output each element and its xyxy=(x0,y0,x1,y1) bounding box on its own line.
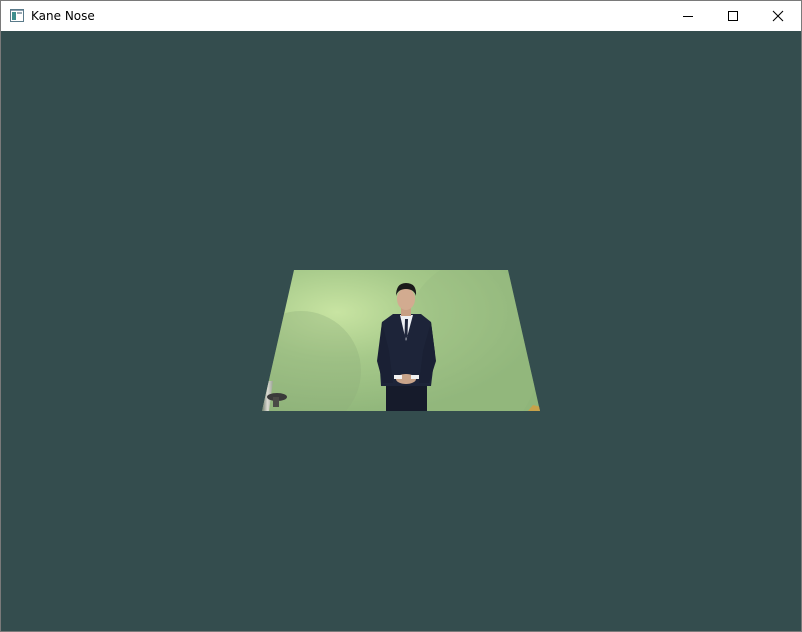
minimize-icon xyxy=(683,16,693,17)
maximize-button[interactable] xyxy=(710,1,756,31)
app-window-icon xyxy=(10,9,24,22)
maximize-icon xyxy=(728,11,738,21)
app-window: Kane Nose xyxy=(0,0,802,632)
window-title: Kane Nose xyxy=(31,9,95,23)
close-icon xyxy=(772,10,784,22)
render-viewport[interactable] xyxy=(1,31,801,631)
close-button[interactable] xyxy=(755,1,801,31)
video-frame xyxy=(262,270,540,411)
minimize-button[interactable] xyxy=(665,1,711,31)
title-bar[interactable]: Kane Nose xyxy=(1,1,801,31)
